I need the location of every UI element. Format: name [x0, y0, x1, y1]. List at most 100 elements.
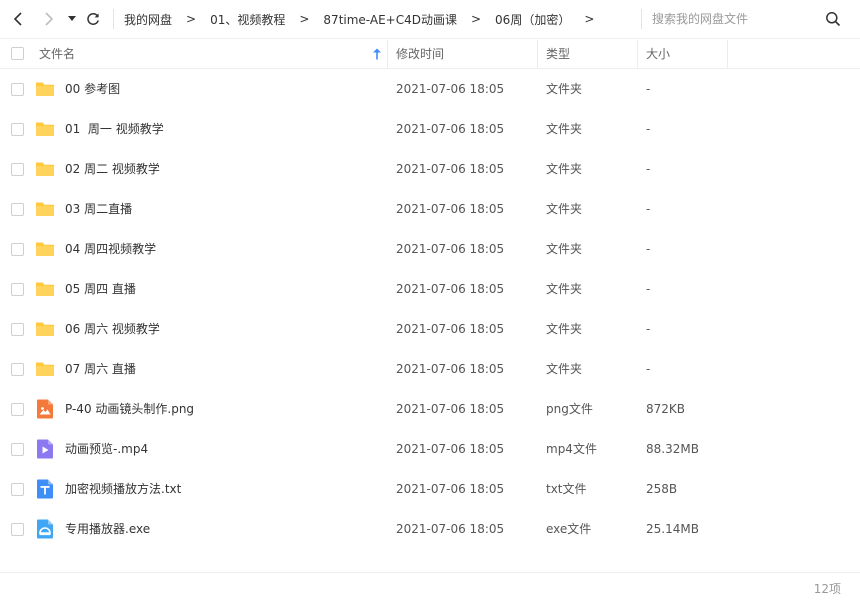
back-button[interactable] — [7, 7, 31, 31]
column-header-name[interactable]: 文件名 — [39, 39, 75, 69]
search-divider — [641, 9, 642, 29]
file-type: png文件 — [546, 402, 593, 416]
file-mtime: 2021-07-06 18:05 — [396, 162, 505, 176]
table-row[interactable]: 00 参考图 2021-07-06 18:05 文件夹 - — [0, 69, 860, 109]
table-row[interactable]: 07 周六 直播 2021-07-06 18:05 文件夹 - — [0, 349, 860, 389]
file-mtime: 2021-07-06 18:05 — [396, 362, 505, 376]
file-name[interactable]: 06 周六 视频教学 — [65, 309, 160, 349]
toolbar: 我的网盘 > 01、视频教程 > 87time-AE+C4D动画课 > 06周（… — [0, 0, 860, 38]
row-checkbox[interactable] — [11, 123, 24, 136]
column-divider[interactable] — [537, 40, 538, 68]
breadcrumb-separator[interactable]: > — [584, 12, 594, 26]
file-mtime: 2021-07-06 18:05 — [396, 242, 505, 256]
breadcrumb-item-course[interactable]: 87time-AE+C4D动画课 — [323, 11, 457, 28]
file-name[interactable]: P-40 动画镜头制作.png — [65, 389, 194, 429]
table-row[interactable]: 06 周六 视频教学 2021-07-06 18:05 文件夹 - — [0, 309, 860, 349]
sort-ascending-icon[interactable] — [372, 48, 382, 60]
file-size: 872KB — [646, 402, 686, 416]
file-name[interactable]: 专用播放器.exe — [65, 509, 150, 549]
row-checkbox[interactable] — [11, 443, 24, 456]
file-name[interactable]: 04 周四视频教学 — [65, 229, 156, 269]
row-checkbox[interactable] — [11, 203, 24, 216]
file-size: - — [646, 362, 651, 376]
image-file-icon — [37, 399, 53, 419]
file-size: - — [646, 202, 651, 216]
file-mtime: 2021-07-06 18:05 — [396, 282, 505, 296]
breadcrumb-separator: > — [299, 12, 310, 26]
refresh-button[interactable] — [81, 7, 105, 31]
file-size: - — [646, 82, 651, 96]
file-type: exe文件 — [546, 522, 592, 536]
folder-icon — [36, 122, 54, 136]
table-row[interactable]: P-40 动画镜头制作.png 2021-07-06 18:05 png文件 8… — [0, 389, 860, 429]
file-mtime: 2021-07-06 18:05 — [396, 202, 505, 216]
file-mtime: 2021-07-06 18:05 — [396, 442, 505, 456]
column-header-type[interactable]: 类型 — [546, 39, 570, 69]
folder-icon — [36, 242, 54, 256]
file-size: - — [646, 122, 651, 136]
column-divider[interactable] — [387, 40, 388, 68]
column-header-size[interactable]: 大小 — [646, 39, 670, 69]
file-mtime: 2021-07-06 18:05 — [396, 322, 505, 336]
search-input[interactable] — [652, 8, 812, 30]
file-type: 文件夹 — [546, 162, 583, 176]
row-checkbox[interactable] — [11, 403, 24, 416]
file-mtime: 2021-07-06 18:05 — [396, 522, 505, 536]
breadcrumb-item-root[interactable]: 我的网盘 — [124, 11, 172, 28]
row-checkbox[interactable] — [11, 483, 24, 496]
search-icon[interactable] — [825, 11, 841, 27]
table-row[interactable]: 02 周二 视频教学 2021-07-06 18:05 文件夹 - — [0, 149, 860, 189]
file-type: 文件夹 — [546, 322, 583, 336]
breadcrumb-item-video-tutorials[interactable]: 01、视频教程 — [210, 11, 285, 28]
forward-button[interactable] — [36, 7, 60, 31]
table-row[interactable]: 04 周四视频教学 2021-07-06 18:05 文件夹 - — [0, 229, 860, 269]
file-name[interactable]: 动画预览-.mp4 — [65, 429, 148, 469]
file-name[interactable]: 01 周一 视频教学 — [65, 109, 164, 149]
folder-icon — [36, 282, 54, 296]
file-type: txt文件 — [546, 482, 587, 496]
file-size: 88.32MB — [646, 442, 699, 456]
table-row[interactable]: 05 周四 直播 2021-07-06 18:05 文件夹 - — [0, 269, 860, 309]
file-name[interactable]: 05 周四 直播 — [65, 269, 136, 309]
file-name[interactable]: 03 周二直播 — [65, 189, 132, 229]
breadcrumb-item-current[interactable]: 06周（加密） — [495, 11, 570, 28]
file-size: - — [646, 322, 651, 336]
row-checkbox[interactable] — [11, 323, 24, 336]
file-size: 25.14MB — [646, 522, 699, 536]
row-checkbox[interactable] — [11, 283, 24, 296]
file-mtime: 2021-07-06 18:05 — [396, 82, 505, 96]
file-mtime: 2021-07-06 18:05 — [396, 402, 505, 416]
toolbar-divider — [113, 9, 114, 29]
folder-icon — [36, 202, 54, 216]
table-row[interactable]: 01 周一 视频教学 2021-07-06 18:05 文件夹 - — [0, 109, 860, 149]
folder-icon — [36, 322, 54, 336]
breadcrumb-separator: > — [186, 12, 197, 26]
table-row[interactable]: 动画预览-.mp4 2021-07-06 18:05 mp4文件 88.32MB — [0, 429, 860, 469]
file-size: 258B — [646, 482, 678, 496]
table-row[interactable]: 03 周二直播 2021-07-06 18:05 文件夹 - — [0, 189, 860, 229]
file-type: 文件夹 — [546, 282, 583, 296]
row-checkbox[interactable] — [11, 523, 24, 536]
column-divider[interactable] — [727, 40, 728, 68]
exe-file-icon — [37, 519, 53, 539]
file-type: 文件夹 — [546, 82, 583, 96]
folder-icon — [36, 362, 54, 376]
footer-divider — [0, 572, 860, 573]
row-checkbox[interactable] — [11, 363, 24, 376]
column-divider[interactable] — [637, 40, 638, 68]
table-row[interactable]: 加密视频播放方法.txt 2021-07-06 18:05 txt文件 258B — [0, 469, 860, 509]
file-name[interactable]: 加密视频播放方法.txt — [65, 469, 181, 509]
file-size: - — [646, 162, 651, 176]
file-name[interactable]: 07 周六 直播 — [65, 349, 136, 389]
row-checkbox[interactable] — [11, 83, 24, 96]
file-name[interactable]: 00 参考图 — [65, 69, 120, 109]
caret-down-icon — [68, 16, 76, 21]
history-dropdown-button[interactable] — [63, 7, 81, 31]
table-row[interactable]: 专用播放器.exe 2021-07-06 18:05 exe文件 25.14MB — [0, 509, 860, 549]
row-checkbox[interactable] — [11, 243, 24, 256]
file-name[interactable]: 02 周二 视频教学 — [65, 149, 160, 189]
column-header-mtime[interactable]: 修改时间 — [396, 39, 444, 69]
chevron-right-icon — [45, 12, 54, 26]
row-checkbox[interactable] — [11, 163, 24, 176]
select-all-checkbox[interactable] — [11, 47, 24, 60]
